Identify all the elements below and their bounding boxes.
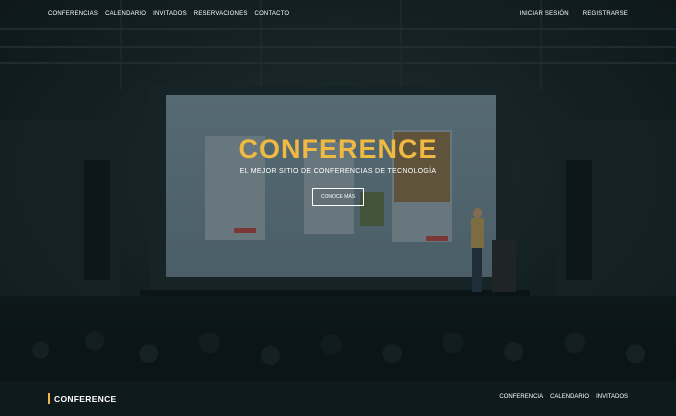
hero-section: CONFERENCIAS CALENDARIO INVITADOS RESERV… (0, 0, 676, 381)
learn-more-button[interactable]: CONOCE MÁS (312, 188, 364, 206)
footer-link-conferencia[interactable]: CONFERENCIA (499, 394, 543, 400)
footer-link-calendario[interactable]: CALENDARIO (550, 394, 589, 400)
hero-subtitle: EL MEJOR SITIO DE CONFERENCIAS DE TECNOL… (239, 168, 437, 175)
brand-name: CONFERENCE (54, 393, 117, 404)
main-menu: CONFERENCIAS CALENDARIO INVITADOS RESERV… (48, 11, 289, 17)
login-link[interactable]: INICIAR SESIÓN (520, 11, 569, 17)
footer-navigation: CONFERENCIA CALENDARIO INVITADOS (499, 394, 628, 400)
hero-title: CONFERENCE (238, 134, 438, 164)
nav-link-calendario[interactable]: CALENDARIO (105, 11, 146, 17)
nav-link-invitados[interactable]: INVITADOS (153, 11, 187, 17)
nav-link-contacto[interactable]: CONTACTO (255, 11, 290, 17)
top-navigation: CONFERENCIAS CALENDARIO INVITADOS RESERV… (0, 0, 676, 30)
register-link[interactable]: REGISTRARSE (583, 11, 628, 17)
nav-link-reservaciones[interactable]: RESERVACIONES (194, 11, 248, 17)
footer-brand[interactable]: CONFERENCE (48, 393, 117, 404)
footer-bar: CONFERENCE CONFERENCIA CALENDARIO INVITA… (0, 381, 676, 416)
nav-link-conferencias[interactable]: CONFERENCIAS (48, 11, 98, 17)
footer-link-invitados[interactable]: INVITADOS (596, 394, 628, 400)
brand-accent-bar (48, 393, 50, 404)
account-menu: INICIAR SESIÓN REGISTRARSE (520, 11, 628, 17)
